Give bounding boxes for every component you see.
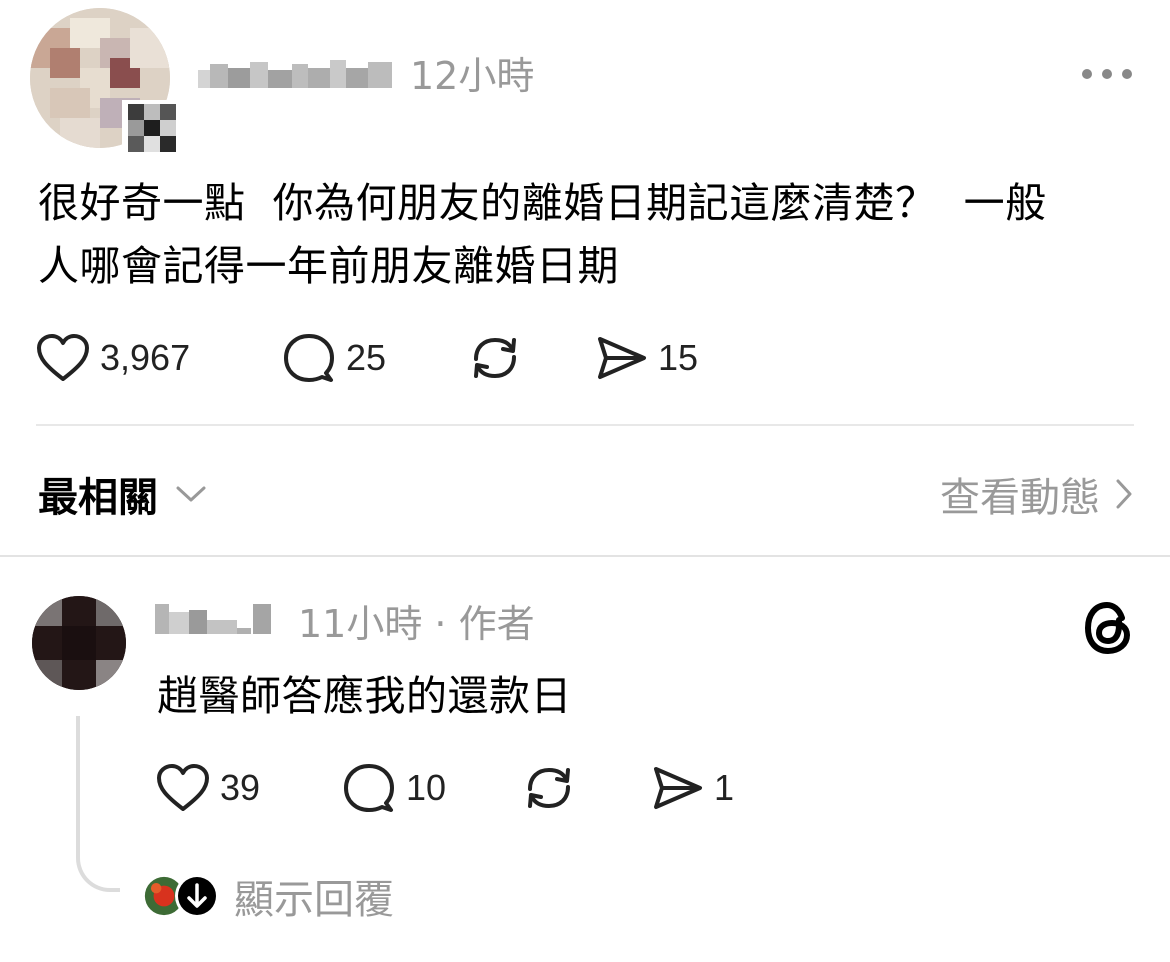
avatar-badge xyxy=(122,100,182,160)
send-icon xyxy=(598,337,646,379)
reply-share-button[interactable]: 1 xyxy=(650,758,734,818)
like-button[interactable]: 3,967 xyxy=(36,328,190,388)
divider xyxy=(0,555,1170,557)
reply-author-username-blurred[interactable] xyxy=(155,600,280,640)
comment-count: 25 xyxy=(346,337,387,378)
view-activity-link[interactable]: 查看動態 xyxy=(940,462,1134,526)
reply-comment-button[interactable]: 10 xyxy=(342,758,446,818)
chevron-right-icon xyxy=(1116,479,1132,509)
heart-icon xyxy=(37,334,89,381)
view-activity-label: 查看動態 xyxy=(940,475,1100,521)
post-body: 很好奇一點 你為何朋友的離婚日期記這麼清楚？ 一般 人哪會記得一年前朋友離婚日期 xyxy=(38,172,1138,298)
pixelated-avatar-image xyxy=(32,596,126,690)
reply-like-count: 39 xyxy=(220,767,261,808)
chevron-down-icon xyxy=(176,486,206,502)
show-replies-button[interactable]: 顯示回覆 xyxy=(144,866,394,926)
comment-bubble-icon xyxy=(344,764,394,812)
arrow-down-circle-icon xyxy=(175,874,219,918)
divider xyxy=(36,424,1134,426)
post-author-username-blurred[interactable] xyxy=(198,54,398,98)
like-count: 3,967 xyxy=(100,337,191,378)
thread-connector-line xyxy=(76,716,120,892)
reply-like-button[interactable]: 39 xyxy=(156,758,260,818)
reply-author-avatar[interactable] xyxy=(32,596,126,690)
post-timestamp: 12小時 xyxy=(410,54,535,98)
share-count: 15 xyxy=(658,337,699,378)
sort-label: 最相關 xyxy=(38,475,158,521)
threads-logo-icon[interactable] xyxy=(1080,598,1136,658)
repost-icon xyxy=(474,337,516,379)
show-replies-label: 顯示回覆 xyxy=(234,877,394,923)
share-button[interactable]: 15 xyxy=(594,328,698,388)
comment-bubble-icon xyxy=(284,334,334,382)
heart-icon xyxy=(157,764,209,811)
reply-repost-button[interactable] xyxy=(522,758,576,818)
comment-button[interactable]: 25 xyxy=(282,328,386,388)
more-dot xyxy=(1102,69,1112,79)
repost-icon xyxy=(528,767,570,809)
post-text-line: 人哪會記得一年前朋友離婚日期 xyxy=(38,242,619,290)
more-dot xyxy=(1122,69,1132,79)
more-options-button[interactable] xyxy=(1082,62,1132,86)
reply-body: 趙醫師答應我的還款日 xyxy=(157,672,572,720)
post-text-line: 很好奇一點 你為何朋友的離婚日期記這麼清楚？ 一般 xyxy=(38,179,1047,227)
repost-button[interactable] xyxy=(468,328,522,388)
sort-dropdown[interactable]: 最相關 xyxy=(38,462,208,526)
reply-meta: 11小時 · 作者 xyxy=(298,602,535,646)
send-icon xyxy=(654,767,702,809)
more-dots-icon xyxy=(1082,69,1092,79)
reply-share-count: 1 xyxy=(714,767,735,808)
reply-comment-count: 10 xyxy=(406,767,447,808)
